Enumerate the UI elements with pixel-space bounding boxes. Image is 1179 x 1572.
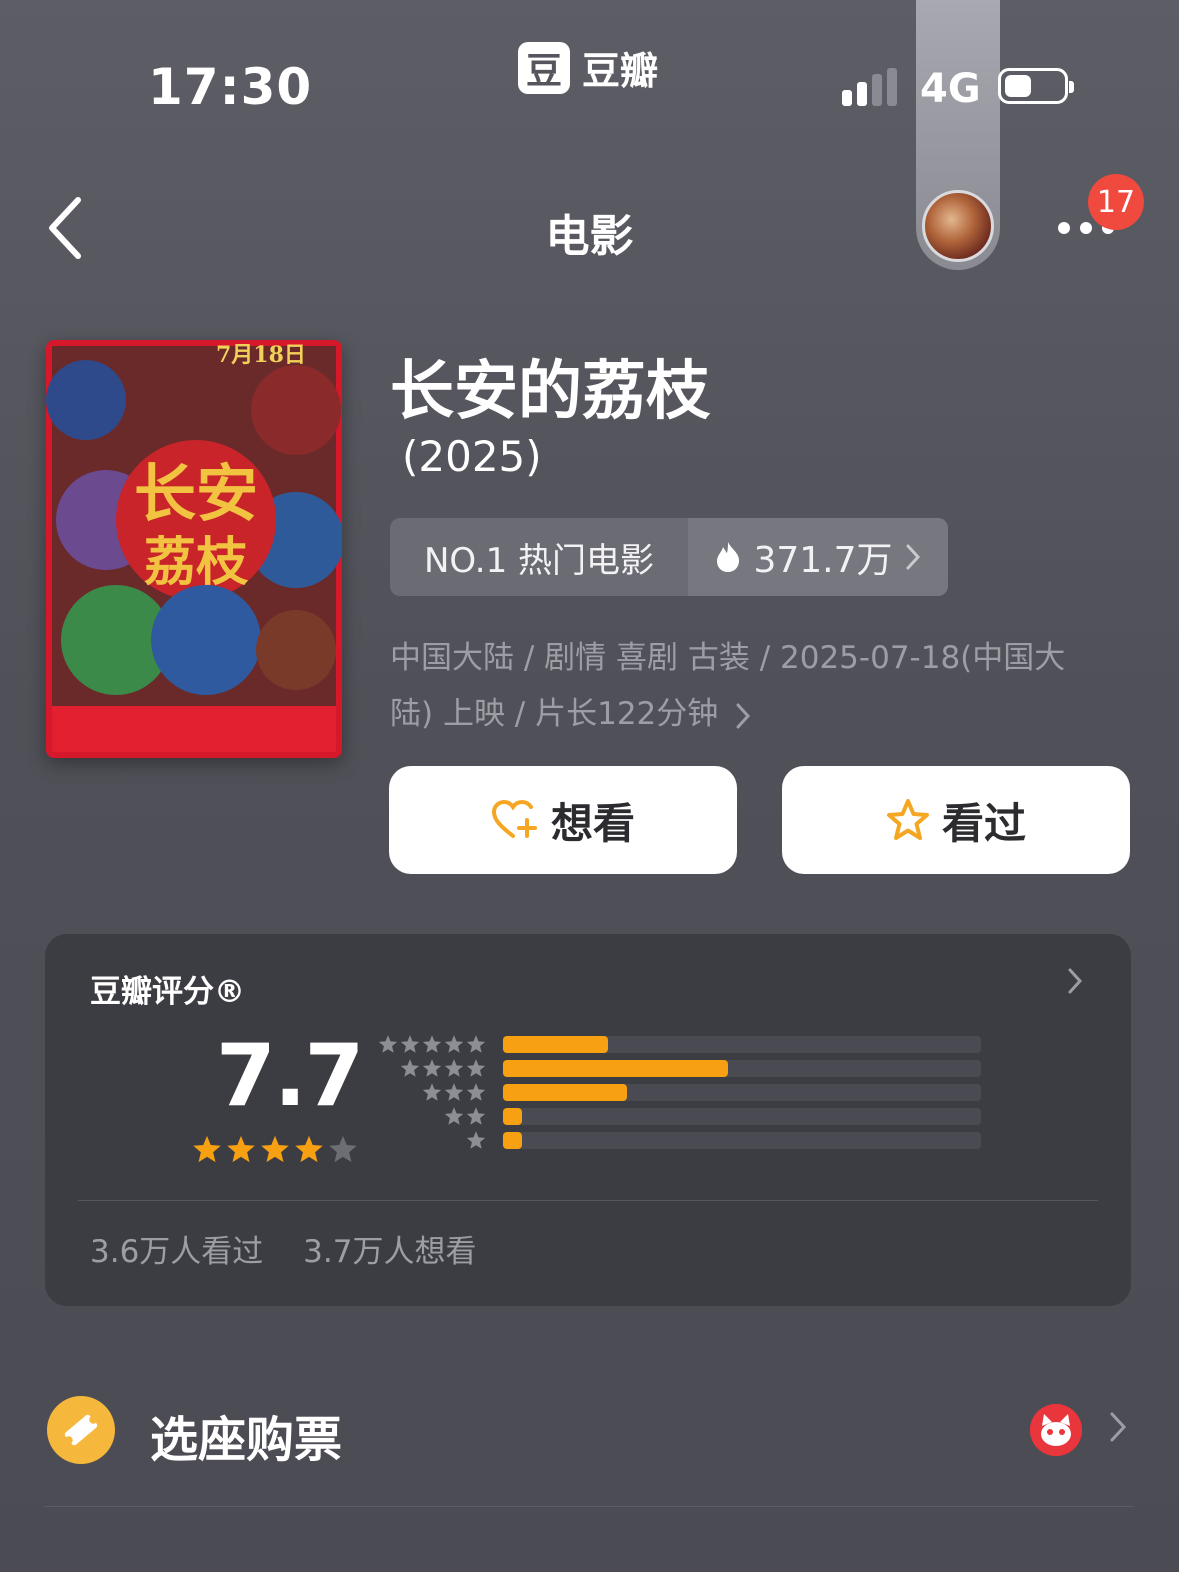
seen-count: 3.6万人看过 (90, 1234, 264, 1270)
bar-fill-4 (503, 1060, 728, 1077)
ticket-icon (47, 1396, 115, 1464)
star-small-icon (400, 1035, 420, 1053)
chevron-right-icon (736, 703, 751, 728)
heart-plus-icon (491, 799, 537, 838)
heat-indicator: 371.7万 (688, 518, 948, 596)
maoyan-cat-icon (1030, 1404, 1082, 1456)
star-small-icon (422, 1035, 442, 1053)
star-small-icon (466, 1083, 486, 1101)
chevron-right-icon (906, 544, 920, 570)
seen-label: 看过 (941, 798, 1026, 848)
star-small-icon (422, 1059, 442, 1077)
battery-icon (998, 68, 1074, 104)
star-filled-icon (261, 1135, 289, 1163)
buy-ticket-label[interactable]: 选座购票 (150, 1400, 342, 1470)
brand-header: 豆 豆瓣 (518, 40, 658, 95)
star-small-icon (400, 1059, 420, 1077)
bar-track-3 (503, 1084, 981, 1101)
section-divider (44, 1506, 1134, 1507)
rank-label: NO.1 热门电影 (423, 540, 655, 581)
svg-text:长安: 长安 (134, 457, 258, 530)
bar-fill-1 (503, 1132, 523, 1149)
want-to-watch-button[interactable]: 想看 (389, 766, 737, 874)
ticket-glyph-icon (64, 1414, 98, 1446)
star-small-icon (422, 1083, 442, 1101)
svg-text:荔枝: 荔枝 (144, 532, 249, 593)
status-time: 17:30 (148, 58, 313, 116)
card-divider (78, 1200, 1098, 1201)
signal-icon (842, 68, 897, 106)
star-outline-icon (886, 799, 929, 840)
star-small-icon (466, 1059, 486, 1077)
douban-logo-icon: 豆 (518, 41, 570, 94)
bar-track-1 (503, 1132, 981, 1149)
ranking-banner[interactable]: NO.1 热门电影 371.7万 (390, 518, 948, 596)
star-small-icon (466, 1107, 486, 1125)
star-small-icon (378, 1035, 398, 1053)
poster-image: 长安 荔枝 7月18日 (46, 340, 342, 758)
star-row-4 (398, 1058, 486, 1078)
star-row-2 (442, 1106, 486, 1126)
meta-line-2: 陆) 上映 / 片长122分钟 (390, 696, 719, 732)
star-filled-icon (227, 1135, 255, 1163)
star-small-icon (444, 1059, 464, 1077)
star-small-icon (444, 1107, 464, 1125)
chevron-right-icon (1110, 1412, 1127, 1442)
rating-detail-chevron[interactable] (1066, 964, 1084, 1005)
svg-text:7月18日: 7月18日 (216, 342, 306, 368)
star-small-icon (444, 1083, 464, 1101)
star-small-icon (466, 1035, 486, 1053)
movie-poster[interactable]: 长安 荔枝 7月18日 (46, 340, 342, 758)
bar-fill-3 (503, 1084, 628, 1101)
rating-score: 7.7 (216, 1026, 364, 1126)
want-count: 3.7万人想看 (303, 1234, 477, 1270)
heat-value: 371.7万 (753, 540, 893, 581)
meta-line-1: 中国大陆 / 剧情 喜剧 古装 / 2025-07-18(中国大 (390, 640, 1066, 676)
bar-track-4 (503, 1060, 981, 1077)
flame-icon (717, 542, 740, 572)
page-title: 电影 (545, 211, 634, 262)
star-small-icon (444, 1035, 464, 1053)
brand-name: 豆瓣 (582, 49, 659, 93)
star-row-3 (420, 1082, 486, 1102)
notification-badge[interactable]: 17 (1088, 174, 1144, 230)
want-label: 想看 (550, 798, 635, 848)
movie-year: (2025) (402, 432, 542, 481)
star-small-icon (466, 1131, 486, 1149)
chevron-right-icon (1068, 968, 1083, 994)
bar-fill-5 (503, 1036, 609, 1053)
star-empty-icon (329, 1135, 357, 1163)
ticket-chevron[interactable] (1108, 1404, 1128, 1455)
score-stars (192, 1134, 358, 1164)
network-type: 4G (920, 66, 981, 112)
cat-face-icon (1030, 1404, 1082, 1456)
bar-track-5 (503, 1036, 981, 1053)
meta-line-2-wrap: 陆) 上映 / 片长122分钟 (390, 686, 1120, 742)
watched-button[interactable]: 看过 (782, 766, 1130, 874)
movie-title: 长安的荔枝 (390, 355, 710, 429)
movie-meta[interactable]: 中国大陆 / 剧情 喜剧 古装 / 2025-07-18(中国大 陆) 上映 /… (390, 630, 1120, 742)
bar-track-2 (503, 1108, 981, 1125)
star-filled-icon (193, 1135, 221, 1163)
rating-title: 豆瓣评分® (90, 974, 245, 1010)
star-filled-icon (295, 1135, 323, 1163)
star-row-5 (376, 1034, 486, 1054)
bar-fill-2 (503, 1108, 523, 1125)
star-row-1 (464, 1130, 486, 1150)
watch-stats: 3.6万人看过 3.7万人想看 (90, 1226, 476, 1271)
